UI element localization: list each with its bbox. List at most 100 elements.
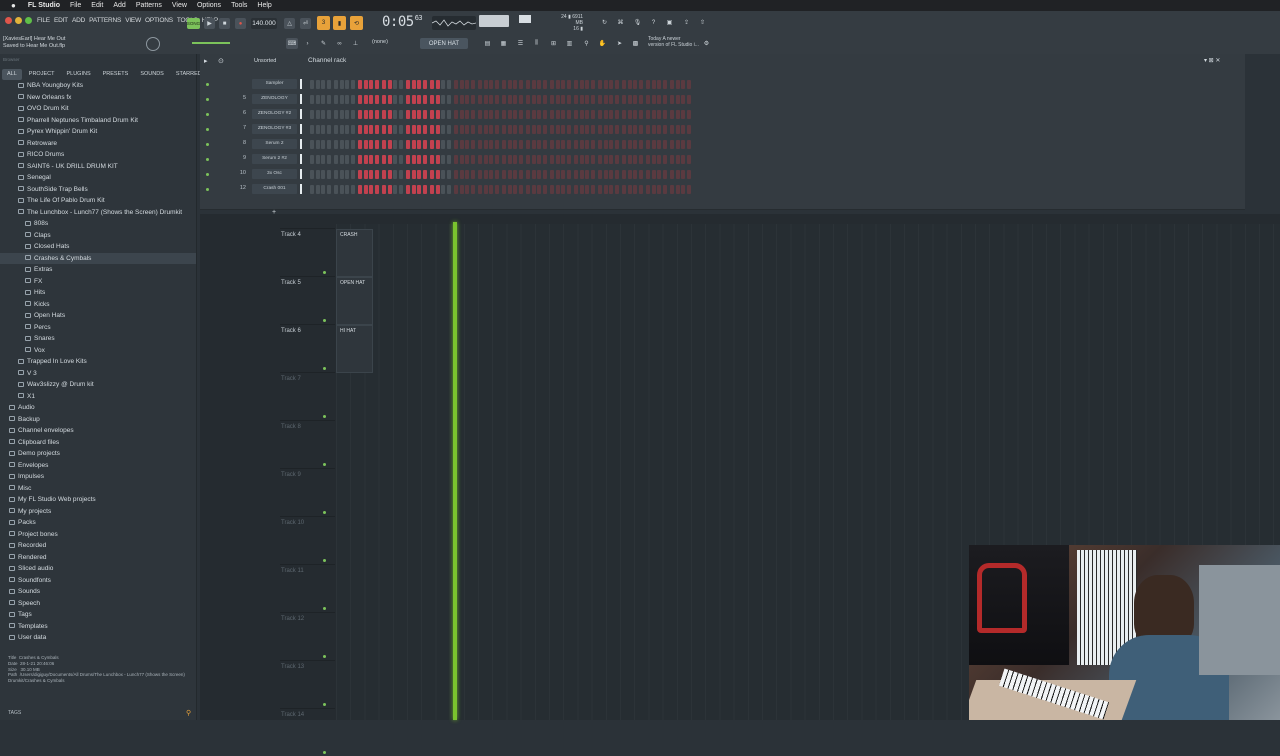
step-button[interactable] bbox=[537, 95, 541, 104]
tab-plugins[interactable]: PLUGINS bbox=[61, 69, 95, 80]
step-button[interactable] bbox=[598, 110, 602, 119]
step-button[interactable] bbox=[657, 125, 661, 134]
step-button[interactable] bbox=[494, 155, 499, 164]
step-button[interactable] bbox=[374, 155, 379, 164]
stamp-icon[interactable]: ⊥ bbox=[350, 38, 361, 49]
step-button[interactable] bbox=[542, 95, 547, 104]
channel-mute-led[interactable] bbox=[206, 113, 209, 116]
step-button[interactable] bbox=[627, 170, 632, 179]
channel-mixer-track[interactable]: 9 bbox=[234, 155, 246, 161]
step-button[interactable] bbox=[483, 110, 488, 119]
step-button[interactable] bbox=[603, 140, 608, 149]
step-button[interactable] bbox=[483, 140, 488, 149]
step-button[interactable] bbox=[315, 170, 320, 179]
track-mute-led[interactable] bbox=[323, 271, 326, 274]
step-button[interactable] bbox=[651, 170, 656, 179]
step-button[interactable] bbox=[531, 95, 536, 104]
touch-controller-icon[interactable]: ✋ bbox=[597, 38, 608, 49]
browser-item[interactable]: Crashes & Cymbals bbox=[0, 252, 196, 264]
step-button[interactable] bbox=[675, 110, 680, 119]
browser-search[interactable]: Browser bbox=[3, 57, 193, 65]
snap-selector[interactable]: (none) bbox=[372, 39, 388, 45]
step-button[interactable] bbox=[398, 155, 403, 164]
step-button[interactable] bbox=[507, 80, 512, 89]
step-button[interactable] bbox=[339, 140, 344, 149]
step-button[interactable] bbox=[310, 140, 314, 149]
step-button[interactable] bbox=[550, 140, 554, 149]
step-button[interactable] bbox=[321, 110, 325, 119]
step-button[interactable] bbox=[363, 110, 368, 119]
step-button[interactable] bbox=[502, 185, 506, 194]
step-button[interactable] bbox=[374, 185, 379, 194]
step-button[interactable] bbox=[470, 185, 475, 194]
step-button[interactable] bbox=[435, 185, 440, 194]
mixer-icon[interactable]: ⫼ bbox=[531, 38, 542, 49]
step-button[interactable] bbox=[646, 125, 650, 134]
step-button[interactable] bbox=[465, 170, 469, 179]
track-mute-led[interactable] bbox=[323, 703, 326, 706]
step-button[interactable] bbox=[622, 95, 626, 104]
step-button[interactable] bbox=[579, 125, 584, 134]
step-button[interactable] bbox=[686, 155, 691, 164]
step-button[interactable] bbox=[537, 125, 541, 134]
step-button[interactable] bbox=[454, 170, 458, 179]
step-button[interactable] bbox=[321, 185, 325, 194]
step-button[interactable] bbox=[585, 125, 589, 134]
step-button[interactable] bbox=[518, 185, 523, 194]
step-button[interactable] bbox=[358, 185, 362, 194]
playhead[interactable] bbox=[453, 222, 457, 720]
step-button[interactable] bbox=[638, 110, 643, 119]
step-button[interactable] bbox=[590, 185, 595, 194]
step-button[interactable] bbox=[627, 140, 632, 149]
step-button[interactable] bbox=[646, 155, 650, 164]
step-button[interactable] bbox=[542, 185, 547, 194]
step-button[interactable] bbox=[675, 170, 680, 179]
browser-item[interactable]: NBA Youngboy Kits bbox=[0, 80, 196, 92]
step-button[interactable] bbox=[417, 110, 421, 119]
step-button[interactable] bbox=[494, 185, 499, 194]
channel-rack-options-icon[interactable]: ⊙ bbox=[218, 57, 224, 65]
step-button[interactable] bbox=[638, 95, 643, 104]
track-header[interactable]: Track 7 bbox=[280, 372, 335, 420]
pattern-clip[interactable]: HI HAT bbox=[336, 325, 373, 373]
step-button[interactable] bbox=[561, 140, 565, 149]
channel-row[interactable]: 6 ZENOLOGY #2 bbox=[206, 109, 1246, 120]
step-button[interactable] bbox=[422, 140, 427, 149]
step-button[interactable] bbox=[531, 80, 536, 89]
step-button[interactable] bbox=[406, 125, 410, 134]
step-button[interactable] bbox=[555, 125, 560, 134]
step-button[interactable] bbox=[609, 110, 613, 119]
step-button[interactable] bbox=[566, 155, 571, 164]
step-button[interactable] bbox=[646, 110, 650, 119]
step-button[interactable] bbox=[609, 80, 613, 89]
step-button[interactable] bbox=[609, 155, 613, 164]
step-button[interactable] bbox=[574, 125, 578, 134]
step-button[interactable] bbox=[574, 140, 578, 149]
step-button[interactable] bbox=[339, 80, 344, 89]
step-button[interactable] bbox=[537, 155, 541, 164]
step-button[interactable] bbox=[555, 185, 560, 194]
track-header[interactable]: Track 10 bbox=[280, 516, 335, 564]
step-button[interactable] bbox=[374, 125, 379, 134]
step-button[interactable] bbox=[334, 80, 338, 89]
step-button[interactable] bbox=[369, 125, 373, 134]
step-button[interactable] bbox=[382, 155, 386, 164]
step-button[interactable] bbox=[334, 125, 338, 134]
step-button[interactable] bbox=[422, 110, 427, 119]
step-button[interactable] bbox=[603, 95, 608, 104]
step-button[interactable] bbox=[561, 110, 565, 119]
step-button[interactable] bbox=[326, 95, 331, 104]
step-button[interactable] bbox=[531, 155, 536, 164]
step-button[interactable] bbox=[609, 95, 613, 104]
step-button[interactable] bbox=[339, 95, 344, 104]
menu-tools[interactable]: Tools bbox=[231, 2, 247, 9]
step-button[interactable] bbox=[459, 185, 464, 194]
step-button[interactable] bbox=[430, 95, 434, 104]
step-button[interactable] bbox=[686, 125, 691, 134]
pattern-clip[interactable]: OPEN HAT bbox=[336, 277, 373, 325]
step-button[interactable] bbox=[585, 140, 589, 149]
channel-name-button[interactable]: Serum 2 bbox=[252, 139, 297, 149]
step-button[interactable] bbox=[334, 95, 338, 104]
step-button[interactable] bbox=[459, 125, 464, 134]
step-button[interactable] bbox=[422, 170, 427, 179]
